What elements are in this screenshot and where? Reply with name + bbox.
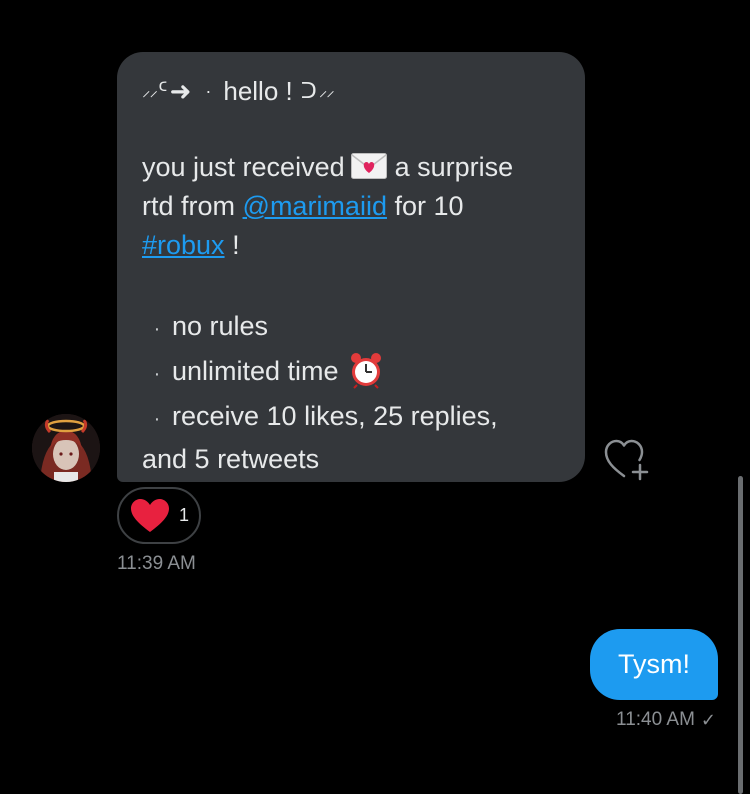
outgoing-message-text: Tysm! xyxy=(618,649,690,679)
decoration-marks: ⸝⸝ xyxy=(142,81,158,100)
love-letter-envelope-icon xyxy=(350,151,387,179)
message-text: for 10 xyxy=(394,191,464,221)
incoming-message-bubble[interactable]: ⸝⸝ ᑦ ➜ · hello ! ᑐ ⸝⸝ you just received a… xyxy=(117,52,585,482)
outgoing-timestamp-row: 11:40 AM ✓ xyxy=(616,709,716,731)
rule-text: receive 10 likes, 25 replies, xyxy=(172,401,498,431)
message-line-3: #robux ! xyxy=(142,226,561,265)
message-line-2: rtd from @marimaiid for 10 xyxy=(142,187,561,226)
message-text: ! xyxy=(224,230,240,260)
hashtag-link[interactable]: #robux xyxy=(142,230,225,260)
message-text: you just received xyxy=(142,152,345,182)
reaction-count: 1 xyxy=(179,505,190,525)
bullet-dot: · xyxy=(153,408,161,430)
outgoing-message-bubble[interactable]: Tysm! xyxy=(590,629,718,700)
alarm-clock-icon xyxy=(347,351,385,389)
message-text: rtd from xyxy=(142,191,236,221)
outgoing-timestamp: 11:40 AM xyxy=(616,709,695,730)
rule-text: and 5 retweets xyxy=(142,444,320,474)
bullet-dot: · xyxy=(153,318,161,340)
message-text: a surprise xyxy=(394,152,514,182)
greeting-text: hello ! xyxy=(223,76,293,106)
mention-link[interactable]: @marimaiid xyxy=(243,191,387,221)
rule-text: unlimited time xyxy=(172,356,339,386)
rule-item-2: · unlimited time xyxy=(142,350,561,395)
incoming-timestamp: 11:39 AM xyxy=(117,553,196,574)
reaction-pill[interactable]: 1 xyxy=(117,487,201,544)
message-line-1: you just received a surprise xyxy=(142,148,561,187)
decoration-c: ᑦ xyxy=(158,78,168,103)
dot-glyph: · xyxy=(205,81,212,101)
decoration-close: ᑐ xyxy=(300,78,317,103)
rule-item-3: · receive 10 likes, 25 replies, xyxy=(142,395,561,440)
scrollbar[interactable] xyxy=(738,476,743,794)
sent-check-icon: ✓ xyxy=(700,709,716,730)
red-heart-icon xyxy=(131,498,169,532)
avatar-image xyxy=(32,414,100,482)
rule-item-3-continued: and 5 retweets xyxy=(142,440,561,479)
rule-text: no rules xyxy=(172,311,269,341)
sender-avatar[interactable] xyxy=(32,414,100,482)
arrow-glyph: ➜ xyxy=(169,76,192,106)
rule-item-1: · no rules xyxy=(142,305,561,350)
greeting-line: ⸝⸝ ᑦ ➜ · hello ! ᑐ ⸝⸝ xyxy=(142,74,561,108)
bullet-dot: · xyxy=(153,363,161,385)
add-reaction-icon[interactable] xyxy=(603,438,651,482)
decoration-marks-end: ⸝⸝ xyxy=(318,81,335,100)
